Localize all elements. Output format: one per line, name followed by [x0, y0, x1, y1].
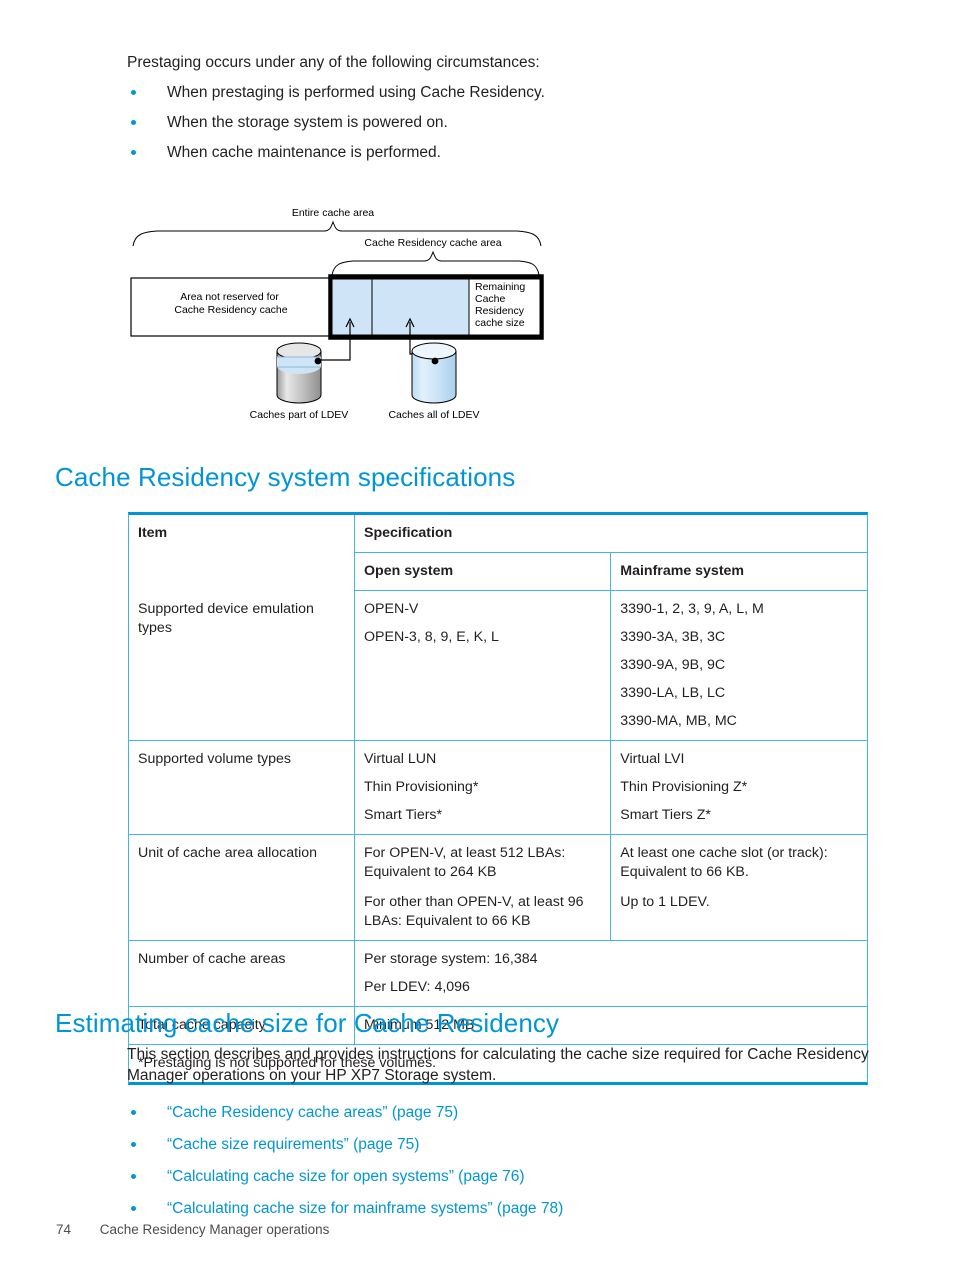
cell-text-line: Smart Tiers Z* — [620, 807, 711, 823]
cell-text-line: At least one cache slot (or track): Equi… — [620, 845, 828, 880]
page-title-specs: Cache Residency system specifications — [55, 462, 516, 492]
table-row: Supported volume types Virtual LUN Thin … — [129, 740, 867, 835]
cross-reference-link[interactable]: “Calculating cache size for open systems… — [167, 1168, 525, 1185]
cell-item: Unit of cache area allocation — [129, 834, 355, 941]
bullet-dot-icon — [131, 1110, 136, 1115]
list-item[interactable]: “Calculating cache size for open systems… — [127, 1166, 875, 1187]
cylinder-partial-ldev-caption: Caches part of LDEV — [250, 409, 349, 421]
cell-mainframe-system: At least one cache slot (or track): Equi… — [610, 834, 867, 941]
cell-text-line: Thin Provisioning* — [364, 779, 479, 795]
intro-bullet-list: When prestaging is performed using Cache… — [127, 82, 872, 163]
bullet-dot-icon — [131, 1142, 136, 1147]
list-item: When prestaging is performed using Cache… — [127, 82, 872, 103]
cell-text-line: Thin Provisioning Z* — [620, 779, 748, 795]
document-page: Prestaging occurs under any of the follo… — [0, 0, 954, 1271]
cell-text-line: Per LDEV: 4,096 — [364, 979, 470, 995]
cell-text-line: Per storage system: 16,384 — [364, 951, 538, 967]
table-header-row-1: Item Specification — [129, 515, 867, 591]
cell-text-line: OPEN-V — [364, 601, 419, 617]
estimating-link-list: “Cache Residency cache areas” (page 75) … — [127, 1102, 875, 1219]
cell-text-line: 3390-3A, 3B, 3C — [620, 629, 726, 645]
spec-table-container: Item Specification Open system Mainframe… — [128, 512, 868, 1085]
bullet-dot-icon — [131, 1174, 136, 1179]
cell-open-system: For OPEN-V, at least 512 LBAs: Equivalen… — [354, 834, 612, 941]
cell-open-system: Virtual LUN Thin Provisioning* Smart Tie… — [354, 740, 612, 835]
estimating-paragraph: This section describes and provides inst… — [127, 1046, 869, 1084]
bullet-dot-icon — [131, 1206, 136, 1211]
cross-reference-link[interactable]: “Cache Residency cache areas” (page 75) — [167, 1104, 458, 1121]
cell-text-line: 3390-LA, LB, LC — [620, 685, 726, 701]
cell-item: Number of cache areas — [129, 940, 355, 1007]
cylinder-full-ldev — [411, 342, 457, 404]
brace-entire-cache-area-label: Entire cache area — [292, 207, 374, 219]
table-row: Unit of cache area allocation For OPEN-V… — [129, 834, 867, 941]
list-item-label: When prestaging is performed using Cache… — [167, 84, 545, 101]
bullet-dot-icon — [131, 90, 136, 95]
table-header-mainframe-system: Mainframe system — [610, 552, 867, 591]
cell-text-line: 3390-MA, MB, MC — [620, 713, 737, 729]
table-header-specification: Specification — [354, 515, 867, 553]
cell-text-line: OPEN-3, 8, 9, E, K, L — [364, 629, 499, 645]
footer-chapter-title: Cache Residency Manager operations — [99, 1222, 330, 1237]
cell-mainframe-system: Virtual LVI Thin Provisioning Z* Smart T… — [610, 740, 867, 835]
list-item: When cache maintenance is performed. — [127, 142, 872, 163]
table-header-open-system: Open system — [354, 552, 612, 591]
cell-mainframe-system: 3390-1, 2, 3, 9, A, L, M 3390-3A, 3B, 3C… — [610, 590, 867, 741]
cell-text-line: For OPEN-V, at least 512 LBAs: Equivalen… — [364, 845, 566, 880]
spec-table: Item Specification Open system Mainframe… — [129, 515, 867, 1082]
cell-value-spanning: Per storage system: 16,384 Per LDEV: 4,0… — [354, 940, 867, 1007]
cylinder-partial-ldev — [276, 342, 322, 404]
list-item[interactable]: “Cache size requirements” (page 75) — [127, 1134, 875, 1155]
page-footer: 74 Cache Residency Manager operations — [56, 1222, 329, 1237]
cell-text-line: For other than OPEN-V, at least 96 LBAs:… — [364, 894, 584, 929]
table-row: Number of cache areas Per storage system… — [129, 940, 867, 1007]
bar-right-label: Remaining Cache Residency cache size — [475, 281, 528, 329]
cell-item: Supported volume types — [129, 740, 355, 835]
page-title-estimating: Estimating cache size for Cache Residenc… — [55, 1008, 560, 1038]
list-item-label: When cache maintenance is performed. — [167, 144, 441, 161]
bullet-dot-icon — [131, 150, 136, 155]
cell-text-line: Virtual LVI — [620, 751, 685, 767]
intro-section: Prestaging occurs under any of the follo… — [127, 52, 872, 172]
bar-left-label: Area not reserved for Cache Residency ca… — [174, 291, 287, 316]
cell-text-line: Smart Tiers* — [364, 807, 443, 823]
cross-reference-link[interactable]: “Calculating cache size for mainframe sy… — [167, 1200, 563, 1217]
intro-lead-text: Prestaging occurs under any of the follo… — [127, 54, 540, 71]
cell-text-line: Virtual LUN — [364, 751, 437, 767]
list-item[interactable]: “Calculating cache size for mainframe sy… — [127, 1198, 875, 1219]
list-item-label: When the storage system is powered on. — [167, 114, 448, 131]
cell-text-line: 3390-9A, 9B, 9C — [620, 657, 726, 673]
table-row: Supported device emulation types OPEN-V … — [129, 590, 867, 741]
cylinder-full-ldev-caption: Caches all of LDEV — [388, 409, 479, 421]
cross-reference-link[interactable]: “Cache size requirements” (page 75) — [167, 1136, 419, 1153]
footer-page-number: 74 — [56, 1222, 72, 1237]
cell-item: Supported device emulation types — [129, 590, 355, 741]
cell-text-line: Up to 1 LDEV. — [620, 894, 710, 910]
list-item: When the storage system is powered on. — [127, 112, 872, 133]
brace-cache-residency-area — [331, 250, 540, 276]
bullet-dot-icon — [131, 120, 136, 125]
list-item[interactable]: “Cache Residency cache areas” (page 75) — [127, 1102, 875, 1123]
brace-cache-residency-area-label: Cache Residency cache area — [364, 237, 501, 249]
cell-text-line: 3390-1, 2, 3, 9, A, L, M — [620, 601, 764, 617]
estimating-section: This section describes and provides inst… — [127, 1044, 875, 1230]
cache-area-diagram: Entire cache area Cache Residency cache … — [127, 190, 557, 435]
table-header-item: Item — [129, 515, 355, 591]
cell-open-system: OPEN-V OPEN-3, 8, 9, E, K, L — [354, 590, 612, 741]
